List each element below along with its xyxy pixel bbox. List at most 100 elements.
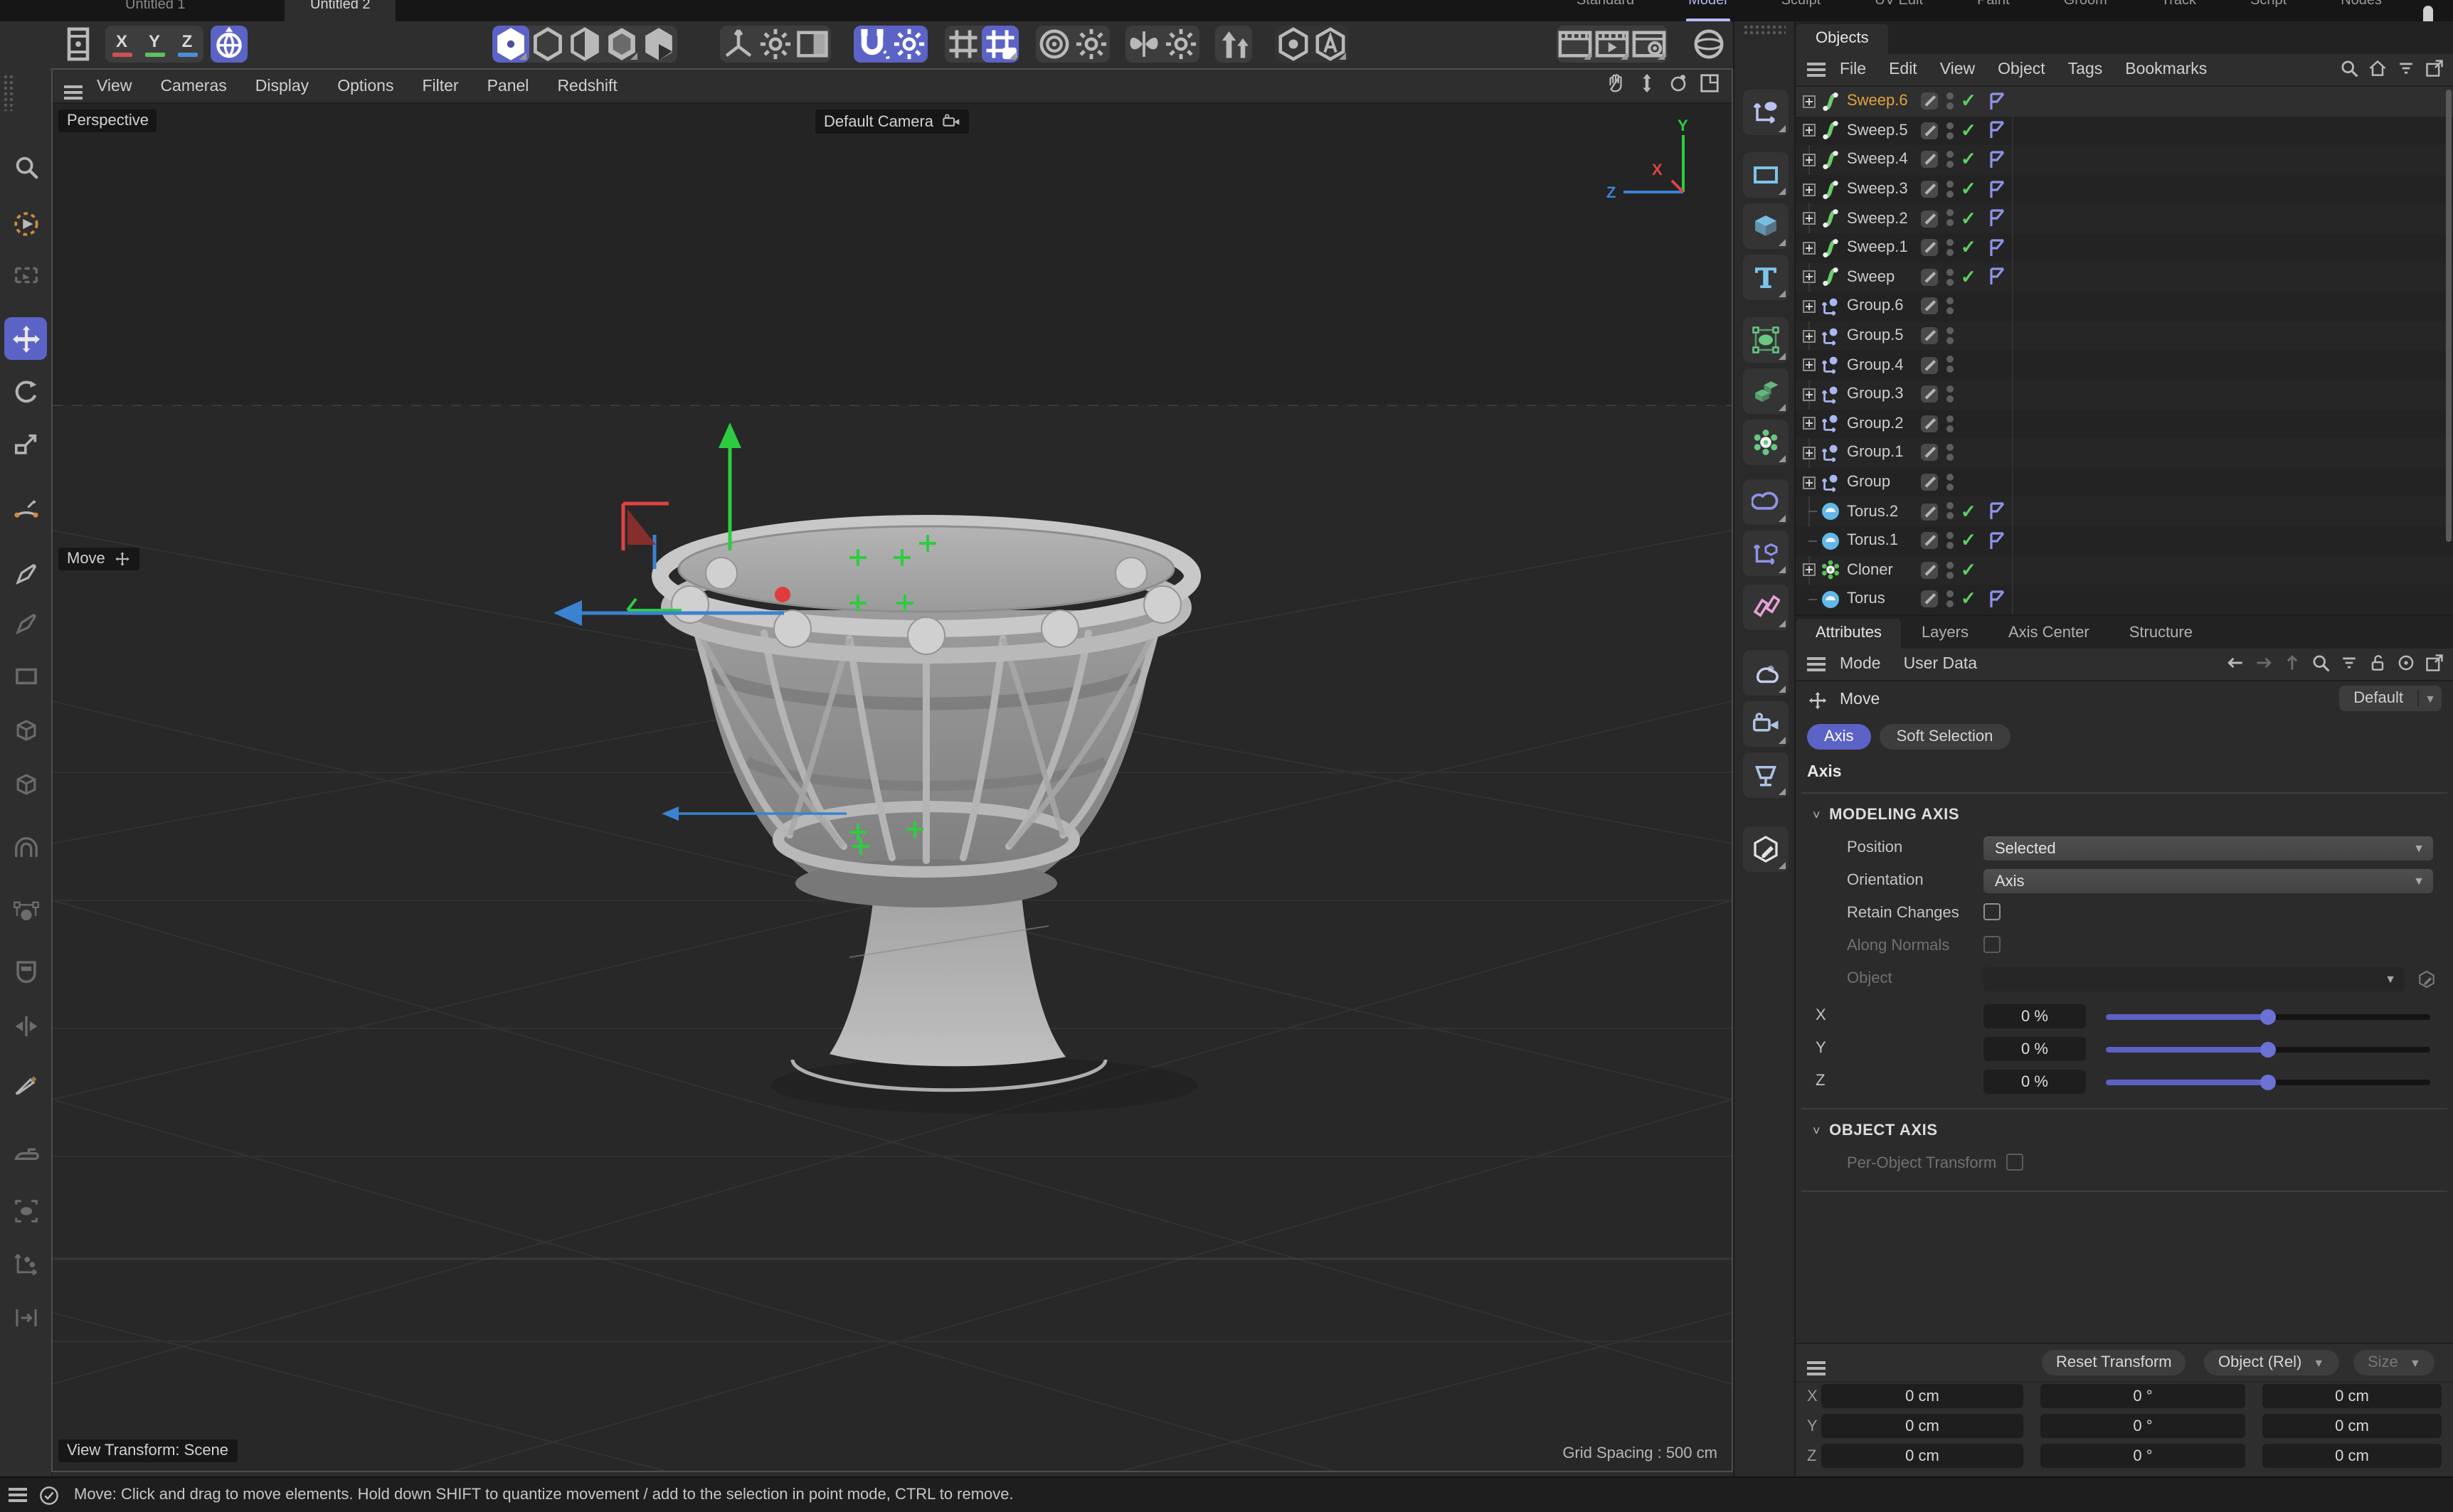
objects-menu-item[interactable]: Object — [1998, 61, 2045, 78]
object-type-icon[interactable] — [1820, 413, 1841, 435]
visibility-dots-icon[interactable] — [1946, 561, 1954, 568]
scale-field[interactable]: 0 cm — [2262, 1384, 2442, 1408]
attributes-menu-item[interactable]: Mode — [1840, 656, 1881, 673]
gear-icon[interactable] — [1162, 26, 1199, 63]
visibility-dots-icon[interactable] — [1946, 327, 1954, 334]
gear-icon[interactable] — [757, 26, 794, 63]
object-row-sweep5[interactable]: Sweep.5 ✓ — [1796, 116, 2453, 145]
object-type-icon[interactable] — [1820, 149, 1841, 171]
viewport-menu-item[interactable]: Cameras — [160, 78, 226, 95]
object-name[interactable]: Sweep.4 — [1847, 151, 1908, 169]
object-name[interactable]: Torus — [1847, 591, 1885, 608]
object-type-icon[interactable] — [1820, 354, 1841, 376]
object-name[interactable]: Group.1 — [1847, 444, 1904, 462]
expander-plus-icon[interactable] — [1803, 124, 1816, 137]
layout-tab[interactable]: UV Edit — [1872, 0, 1926, 19]
axis-lock-x[interactable]: X — [105, 26, 138, 63]
layer-toggle-icon[interactable] — [1921, 240, 1938, 257]
visibility-dots-icon[interactable] — [1946, 268, 1954, 275]
layer-toggle-icon[interactable] — [1921, 210, 1938, 227]
object-type-icon[interactable] — [1820, 238, 1841, 259]
phong-tag-icon[interactable] — [1989, 92, 2006, 111]
object-type-icon[interactable] — [1820, 472, 1841, 493]
enable-check-icon[interactable]: ✓ — [1961, 559, 1976, 582]
tool-option-tab[interactable]: Soft Selection — [1880, 724, 2010, 750]
document-tab-active[interactable]: Untitled 2 — [285, 0, 396, 21]
expander-plus-icon[interactable] — [1803, 388, 1816, 400]
object-type-icon[interactable] — [1820, 530, 1841, 551]
mirror-tool-button[interactable] — [4, 1004, 47, 1047]
object-type-icon[interactable] — [1820, 296, 1841, 317]
render-picture-viewer-icon[interactable] — [1594, 26, 1631, 63]
enable-check-icon[interactable]: ✓ — [1961, 119, 1976, 142]
enable-check-icon[interactable]: ✓ — [1961, 237, 1976, 260]
slider-knob[interactable] — [2260, 1075, 2276, 1090]
ring-selection-tool-button[interactable] — [4, 1189, 47, 1232]
marquee-selection-tool-button[interactable] — [4, 253, 47, 296]
axis-lock-y[interactable]: Y — [138, 26, 171, 63]
add-camera-button[interactable] — [1743, 701, 1789, 747]
object-name[interactable]: Group.6 — [1847, 298, 1904, 315]
layer-toggle-icon[interactable] — [1921, 562, 1938, 579]
layer-toggle-icon[interactable] — [1921, 415, 1938, 432]
expander-plus-icon[interactable] — [1803, 242, 1816, 255]
object-type-icon[interactable] — [1820, 208, 1841, 229]
attributes-tab[interactable]: Layers — [1902, 619, 1988, 649]
object-type-icon[interactable] — [1820, 325, 1841, 346]
document-tab[interactable]: Untitled 1 — [100, 0, 211, 21]
object-row-sweep3[interactable]: Sweep.3 ✓ — [1796, 175, 2453, 204]
object-row-cloner[interactable]: Cloner ✓ — [1796, 555, 2453, 585]
snap-magnet-icon[interactable] — [854, 26, 891, 63]
palette-grip[interactable] — [1743, 24, 1786, 36]
workplane-icon[interactable] — [794, 26, 831, 63]
maximize-view-icon[interactable] — [1699, 73, 1720, 94]
expander-plus-icon[interactable] — [1803, 95, 1816, 108]
track-icon[interactable] — [2396, 653, 2416, 673]
layer-toggle-icon[interactable] — [1921, 151, 1938, 169]
visibility-dots-icon[interactable] — [1946, 415, 1954, 422]
object-name[interactable]: Cloner — [1847, 562, 1893, 579]
zoom-tool-button[interactable] — [4, 145, 47, 188]
live-selection-tool-button[interactable] — [4, 202, 47, 245]
object-axis-header[interactable]: ˅ OBJECT AXIS — [1796, 1109, 2453, 1139]
phong-tag-icon[interactable] — [1989, 239, 2006, 257]
layout-tab[interactable]: Paint — [1974, 0, 2013, 19]
visibility-dots-icon[interactable] — [1946, 181, 1954, 188]
shading-mode-wire-icon[interactable] — [529, 26, 566, 63]
object-name[interactable]: Group.2 — [1847, 415, 1904, 432]
object-row-torus1[interactable]: Torus.1 ✓ — [1796, 526, 2453, 555]
visibility-dots-icon[interactable] — [1946, 385, 1954, 393]
modeling-axis-header[interactable]: ˅ MODELING AXIS — [1796, 794, 2453, 824]
spline-arc-tool-button[interactable] — [4, 488, 47, 531]
position-field[interactable]: 0 cm — [1821, 1414, 2023, 1438]
layer-toggle-icon[interactable] — [1921, 444, 1938, 462]
interactive-render-icon[interactable] — [1690, 26, 1727, 63]
visibility-dots-icon[interactable] — [1946, 151, 1954, 158]
object-link-field[interactable]: ▼ — [1983, 967, 2405, 991]
home-icon[interactable] — [2368, 58, 2388, 78]
bevel-tool-button[interactable] — [4, 949, 47, 991]
align-tool-button[interactable] — [4, 1296, 47, 1338]
rotation-field[interactable]: 0 ° — [2040, 1414, 2245, 1438]
phong-tag-icon[interactable] — [1989, 531, 2006, 550]
arch-tool-button[interactable] — [4, 826, 47, 869]
visibility-dots-icon[interactable] — [1946, 297, 1954, 304]
object-row-torus[interactable]: Torus ✓ — [1796, 585, 2453, 614]
layer-toggle-icon[interactable] — [1921, 591, 1938, 608]
layout-tab[interactable]: Groom — [2061, 0, 2110, 19]
eyedropper-icon[interactable] — [2417, 970, 2436, 989]
y-percent-field[interactable]: 0 % — [1983, 1037, 2086, 1061]
along-normals-checkbox[interactable] — [1983, 936, 2001, 953]
add-cube-button[interactable] — [1743, 203, 1789, 249]
expander-plus-icon[interactable] — [1803, 476, 1816, 489]
coordinate-mode-dropdown[interactable]: Object (Rel)▼ — [2204, 1350, 2338, 1375]
scale-field[interactable]: 0 cm — [2262, 1444, 2442, 1468]
object-name[interactable]: Torus.1 — [1847, 532, 1898, 549]
slider-knob[interactable] — [2260, 1009, 2276, 1025]
popout-icon[interactable] — [2425, 58, 2444, 78]
object-type-icon[interactable] — [1820, 442, 1841, 464]
axis-lock-z[interactable]: Z — [171, 26, 203, 63]
object-name[interactable]: Sweep.1 — [1847, 240, 1908, 257]
phong-tag-icon[interactable] — [1989, 268, 2006, 287]
gear-icon[interactable] — [1073, 26, 1110, 63]
